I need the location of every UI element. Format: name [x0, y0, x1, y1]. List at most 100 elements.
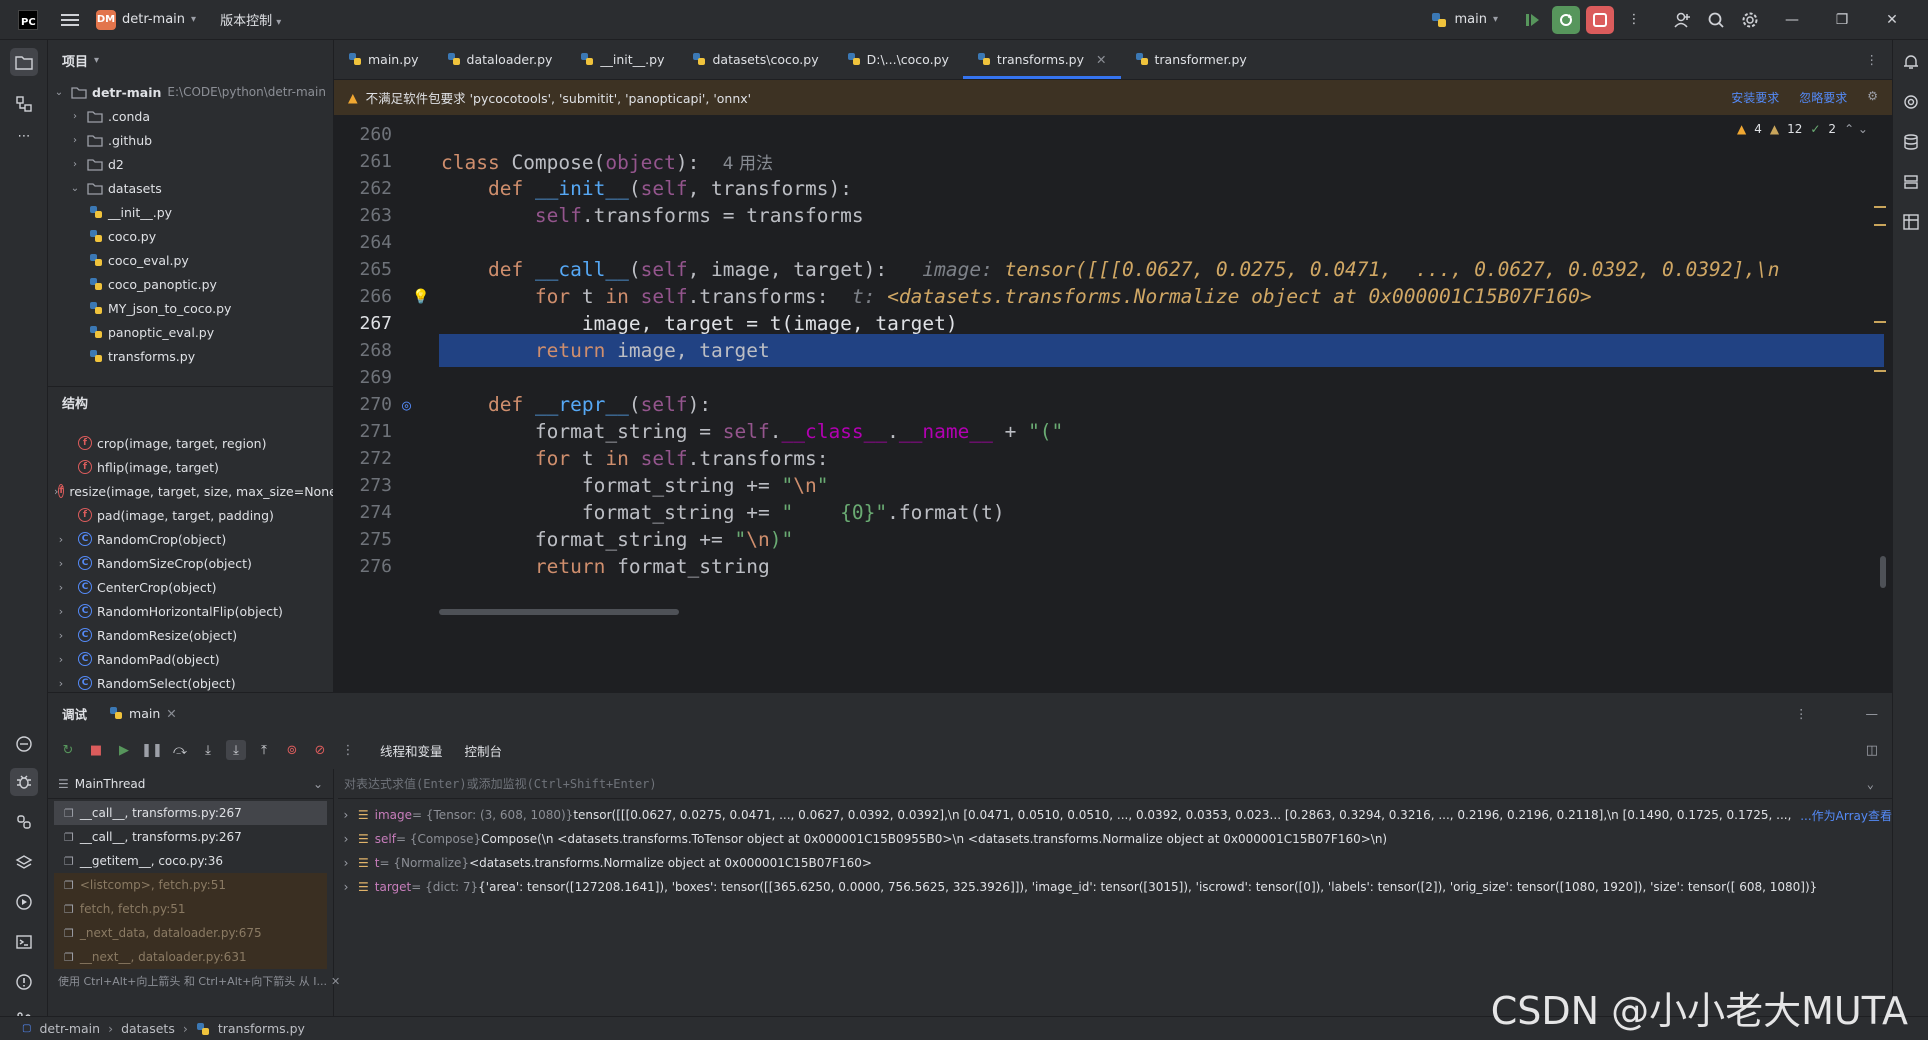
structure-item[interactable]: › C RandomSelect(object)	[48, 671, 333, 692]
project-folder-icon[interactable]	[10, 48, 38, 76]
minimize-panel-icon[interactable]: —	[1866, 706, 1879, 721]
editor-scrollbar[interactable]	[1880, 556, 1886, 588]
ignore-requirements-link[interactable]: 忽略要求	[1799, 89, 1847, 106]
stack-frame[interactable]: ❐ <listcomp>, fetch.py:51	[54, 873, 327, 897]
rerun-icon[interactable]: ↻	[58, 740, 78, 760]
breadcrumb-file[interactable]: transforms.py	[218, 1021, 305, 1036]
python-console-icon[interactable]	[10, 808, 38, 836]
variable-row[interactable]: › ☰ image = {Tensor: (3, 608, 1080)} tenso…	[338, 803, 1892, 827]
chevron-right-icon[interactable]: ›	[54, 629, 68, 642]
main-menu-icon[interactable]	[56, 6, 84, 34]
error-stripe-marker[interactable]	[1874, 370, 1886, 372]
tree-item[interactable]: panoptic_eval.py	[48, 320, 333, 344]
tree-item[interactable]: coco.py	[48, 224, 333, 248]
chevron-down-icon[interactable]: ⌄	[1867, 777, 1874, 791]
chevron-right-icon[interactable]: ›	[338, 856, 354, 870]
search-icon[interactable]	[1702, 6, 1730, 34]
stack-frame[interactable]: ❐ __getitem__, coco.py:36	[54, 849, 327, 873]
structure-item[interactable]: › C RandomHorizontalFlip(object)	[48, 599, 333, 623]
run-config-selector[interactable]: main ▾	[1430, 11, 1498, 29]
chevron-right-icon[interactable]: ›	[68, 159, 82, 170]
structure-item[interactable]: › f resize(image, target, size, max_size=N…	[48, 479, 333, 503]
structure-item[interactable]: › C RandomResize(object)	[48, 623, 333, 647]
more-icon[interactable]: ⋮	[338, 740, 358, 760]
stack-frame[interactable]: ❐ _next_data, dataloader.py:675	[54, 921, 327, 945]
chevron-right-icon[interactable]: ›	[54, 557, 68, 570]
editor-tab[interactable]: transforms.py ✕	[962, 39, 1121, 79]
view-as-array-link[interactable]: ...作为Array查看	[1800, 807, 1892, 824]
error-stripe-marker[interactable]	[1874, 321, 1886, 323]
vcs-menu[interactable]: 版本控制 ▾	[220, 10, 281, 29]
step-into-my-code-icon[interactable]: ⤓	[226, 740, 246, 760]
settings-gear-icon[interactable]	[1736, 6, 1764, 34]
editor-tab[interactable]: dataloader.py	[433, 39, 567, 79]
editor-tab[interactable]: main.py	[334, 39, 433, 79]
stack-frame[interactable]: ❐ fetch, fetch.py:51	[54, 897, 327, 921]
resume-icon[interactable]	[1518, 6, 1546, 34]
terminal-icon[interactable]	[10, 928, 38, 956]
tree-item[interactable]: › .conda	[48, 104, 333, 128]
restore-icon[interactable]: ❐	[1820, 0, 1864, 40]
debug-bug-icon[interactable]	[10, 768, 38, 796]
sciview-icon[interactable]	[1897, 168, 1925, 196]
breadcrumb-project[interactable]: detr-main	[39, 1021, 100, 1036]
structure-item[interactable]: f crop(image, target, region)	[48, 431, 333, 455]
tree-item[interactable]: › .github	[48, 128, 333, 152]
structure-item[interactable]: › C RandomCrop(object)	[48, 527, 333, 551]
error-stripe-marker[interactable]	[1874, 206, 1886, 208]
table-icon[interactable]	[1897, 208, 1925, 236]
ai-assistant-icon[interactable]	[1897, 88, 1925, 116]
project-selector[interactable]: DM detr-main ▾	[96, 9, 196, 30]
stack-frame[interactable]: ❐ __next__, dataloader.py:631	[54, 945, 327, 969]
structure-item[interactable]: f hflip(image, target)	[48, 455, 333, 479]
structure-item[interactable]: › C RandomPad(object)	[48, 647, 333, 671]
chevron-right-icon[interactable]: ›	[54, 581, 68, 594]
step-into-icon[interactable]: ⤓	[198, 740, 218, 760]
horizontal-scrollbar[interactable]	[439, 609, 679, 615]
chevron-right-icon[interactable]: ›	[54, 677, 68, 690]
structure-item[interactable]: › C RandomSizeCrop(object)	[48, 551, 333, 575]
settings-gear-icon[interactable]: ⚙	[1867, 89, 1878, 106]
mute-breakpoints-icon[interactable]: ⊘	[310, 740, 330, 760]
tab-console[interactable]: 控制台	[465, 741, 503, 760]
step-over-icon[interactable]: ⤼	[170, 740, 190, 760]
lightbulb-icon[interactable]: 💡	[412, 289, 429, 305]
tree-root[interactable]: ⌄ detr-main E:\CODE\python\detr-main	[48, 80, 333, 104]
editor-tab[interactable]: datasets\coco.py	[678, 39, 832, 79]
chevron-right-icon[interactable]: ›	[338, 808, 354, 822]
project-panel-header[interactable]: 项目 ▾	[48, 40, 333, 80]
chevron-down-icon[interactable]: ⌄	[68, 183, 82, 194]
rerun-debug-button[interactable]	[1552, 5, 1580, 34]
tree-item[interactable]: ⌄ datasets	[48, 176, 333, 200]
breadcrumb-folder[interactable]: datasets	[121, 1021, 175, 1036]
chevron-right-icon[interactable]: ›	[338, 880, 354, 894]
override-target-icon[interactable]: ◎	[402, 396, 411, 414]
chevron-right-icon[interactable]: ›	[54, 533, 68, 546]
structure-item[interactable]: f pad(image, target, padding)	[48, 503, 333, 527]
add-user-icon[interactable]	[1668, 6, 1696, 34]
database-icon[interactable]	[1897, 128, 1925, 156]
view-breakpoints-icon[interactable]: ⊚	[282, 740, 302, 760]
python-packages-icon[interactable]	[10, 730, 38, 758]
debug-tab[interactable]: 调试	[62, 704, 87, 723]
chevron-right-icon[interactable]: ›	[338, 832, 354, 846]
chevron-right-icon[interactable]: ›	[68, 111, 82, 122]
close-icon[interactable]: ✕	[1870, 0, 1914, 40]
chevron-right-icon[interactable]: ›	[54, 653, 68, 666]
chevron-right-icon[interactable]: ›	[68, 135, 82, 146]
stop-icon[interactable]: ■	[86, 740, 106, 760]
tree-item[interactable]: › d2	[48, 152, 333, 176]
variable-row[interactable]: › ☰ t = {Normalize} <datasets.transforms.N…	[338, 851, 1892, 875]
tree-item[interactable]: transforms.py	[48, 344, 333, 368]
minimize-icon[interactable]: —	[1770, 0, 1814, 40]
stack-frame[interactable]: ❐ __call__, transforms.py:267	[54, 825, 327, 849]
tabs-more-icon[interactable]: ⋮	[1852, 39, 1893, 79]
more-tools-icon[interactable]: ⋯	[10, 122, 38, 150]
install-requirements-link[interactable]: 安装要求	[1731, 89, 1779, 106]
tree-item[interactable]: MY_json_to_coco.py	[48, 296, 333, 320]
tree-item[interactable]: coco_eval.py	[48, 248, 333, 272]
code-view[interactable]: ▲ 4 ▲ 12 ✓ 2 ⌃ ⌄ 260 261 class Compose(obje…	[334, 116, 1892, 692]
resume-program-icon[interactable]: ▶	[114, 740, 134, 760]
services-icon[interactable]	[10, 888, 38, 916]
stack-frame[interactable]: ❐ __call__, transforms.py:267	[54, 801, 327, 825]
